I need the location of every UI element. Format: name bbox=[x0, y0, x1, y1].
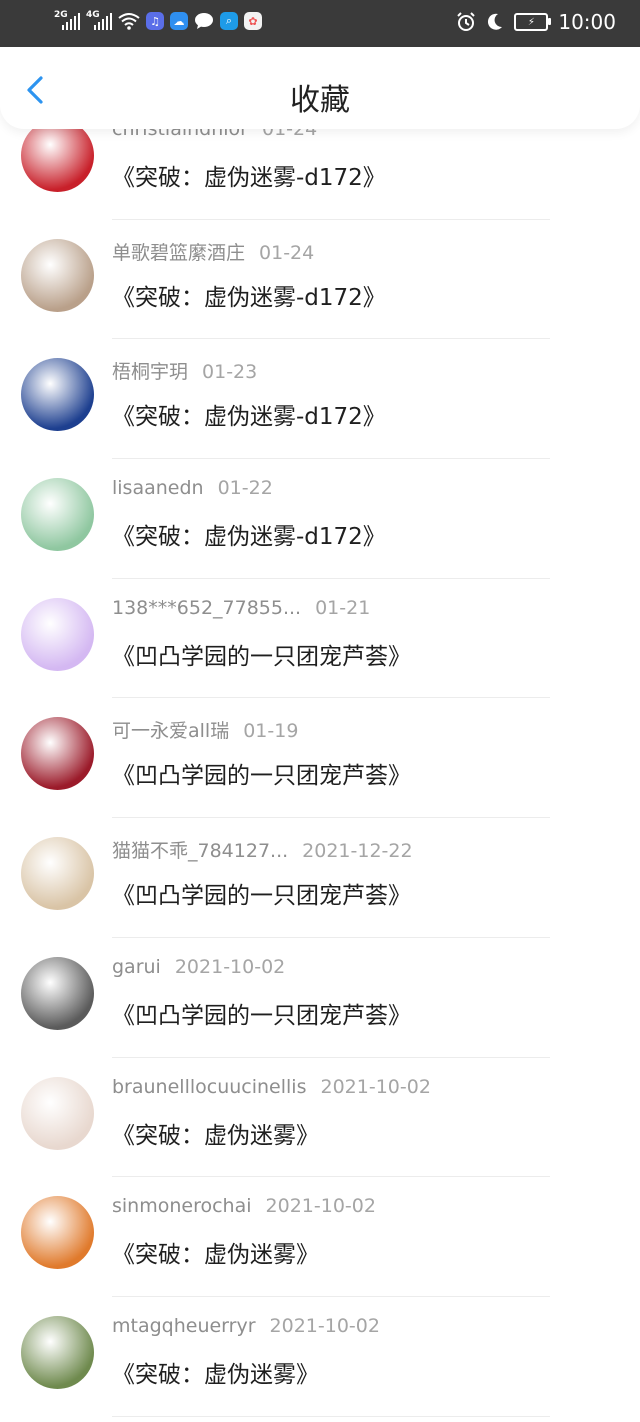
status-bar: 2G 4G ♫ ☁ ⌕ ✿ ⚡ 10:00 bbox=[0, 0, 640, 47]
network-type-label: 2G bbox=[54, 10, 68, 20]
item-date: 01-24 bbox=[259, 241, 315, 264]
music-app-icon: ♫ bbox=[146, 12, 164, 30]
avatar[interactable] bbox=[21, 1076, 94, 1150]
username[interactable]: 可一永爱all瑞 bbox=[112, 720, 229, 742]
list-item[interactable]: sinmonerochai 2021-10-02 《突破：虚伪迷雾》 bbox=[0, 1177, 640, 1297]
signal-icon: 2G bbox=[54, 10, 80, 30]
item-date: 2021-12-22 bbox=[302, 840, 413, 863]
work-title[interactable]: 《突破：虚伪迷雾-d172》 bbox=[112, 397, 386, 431]
username[interactable]: braunelllocuucinellis bbox=[112, 1076, 306, 1098]
message-icon bbox=[195, 13, 213, 29]
avatar[interactable] bbox=[21, 717, 94, 791]
clock-time: 10:00 bbox=[558, 10, 616, 34]
item-meta: 单歌碧篮縻酒庄 01-24 bbox=[112, 238, 314, 265]
username[interactable]: mtagqheuerryr bbox=[112, 1315, 256, 1337]
list-item[interactable]: garui 2021-10-02 《凹凸学园的一只团宠芦荟》 bbox=[0, 938, 640, 1058]
list-item[interactable]: 可一永爱all瑞 01-19 《凹凸学园的一只团宠芦荟》 bbox=[0, 698, 640, 819]
item-date: 01-21 bbox=[315, 596, 371, 619]
list-item[interactable]: 梧桐宇玥 01-23 《突破：虚伪迷雾-d172》 bbox=[0, 339, 640, 460]
username[interactable]: 梧桐宇玥 bbox=[112, 361, 188, 383]
item-date: 01-22 bbox=[217, 477, 273, 500]
item-meta: sinmonerochai 2021-10-02 bbox=[112, 1195, 376, 1217]
item-meta: lisaanedn 01-22 bbox=[112, 477, 273, 499]
top-nav-bar: 收藏 bbox=[0, 47, 640, 129]
alarm-icon bbox=[457, 12, 476, 31]
list-item[interactable]: braunelllocuucinellis 2021-10-02 《突破：虚伪迷雾》 bbox=[0, 1058, 640, 1178]
page-title: 收藏 bbox=[290, 83, 350, 118]
list-item[interactable]: 138***652_77855... 01-21 《凹凸学园的一只团宠芦荟》 bbox=[0, 579, 640, 699]
username[interactable]: 138***652_77855... bbox=[112, 597, 301, 619]
avatar[interactable] bbox=[21, 358, 94, 432]
network-type-label: 4G bbox=[86, 10, 100, 20]
item-meta: 梧桐宇玥 01-23 bbox=[112, 357, 257, 384]
signal-icon: 4G bbox=[86, 10, 112, 30]
avatar[interactable] bbox=[21, 837, 94, 911]
avatar[interactable] bbox=[21, 956, 94, 1030]
list-item[interactable]: 猫猫不乖_784127... 2021-12-22 《凹凸学园的一只团宠芦荟》 bbox=[0, 818, 640, 938]
work-title[interactable]: 《凹凸学园的一只团宠芦荟》 bbox=[112, 637, 411, 671]
item-date: 2021-10-02 bbox=[265, 1195, 376, 1218]
charging-indicator: ⚡ bbox=[527, 16, 535, 28]
work-title[interactable]: 《凹凸学园的一只团宠芦荟》 bbox=[112, 756, 411, 790]
item-meta: braunelllocuucinellis 2021-10-02 bbox=[112, 1076, 431, 1098]
username[interactable]: garui bbox=[112, 956, 161, 978]
avatar[interactable] bbox=[21, 119, 94, 192]
avatar[interactable] bbox=[21, 1315, 94, 1389]
work-title[interactable]: 《突破：虚伪迷雾-d172》 bbox=[112, 517, 386, 551]
list-item[interactable]: lisaanedn 01-22 《突破：虚伪迷雾-d172》 bbox=[0, 459, 640, 579]
search-app-icon: ⌕ bbox=[220, 12, 238, 30]
item-meta: garui 2021-10-02 bbox=[112, 956, 285, 978]
item-date: 01-19 bbox=[243, 720, 299, 743]
item-meta: 可一永爱all瑞 01-19 bbox=[112, 716, 298, 743]
work-title[interactable]: 《突破：虚伪迷雾-d172》 bbox=[112, 278, 386, 312]
username[interactable]: sinmonerochai bbox=[112, 1195, 252, 1217]
status-left: 2G 4G ♫ ☁ ⌕ ✿ bbox=[54, 10, 262, 30]
username[interactable]: 猫猫不乖_784127... bbox=[112, 840, 288, 862]
username[interactable]: 单歌碧篮縻酒庄 bbox=[112, 242, 245, 264]
work-title[interactable]: 《突破：虚伪迷雾-d172》 bbox=[112, 158, 386, 192]
work-title[interactable]: 《突破：虚伪迷雾》 bbox=[112, 1235, 319, 1269]
avatar[interactable] bbox=[21, 478, 94, 552]
work-title[interactable]: 《凹凸学园的一只团宠芦荟》 bbox=[112, 996, 411, 1030]
avatar[interactable] bbox=[21, 238, 94, 312]
cloud-app-icon: ☁ bbox=[170, 12, 188, 30]
work-title[interactable]: 《突破：虚伪迷雾》 bbox=[112, 1116, 319, 1150]
username[interactable]: lisaanedn bbox=[112, 477, 204, 499]
battery-icon: ⚡ bbox=[514, 13, 552, 31]
list-item[interactable]: mtagqheuerryr 2021-10-02 《突破：虚伪迷雾》 bbox=[0, 1297, 640, 1417]
item-meta: 猫猫不乖_784127... 2021-12-22 bbox=[112, 836, 413, 863]
item-date: 2021-10-02 bbox=[174, 955, 286, 978]
list-item[interactable]: 单歌碧篮縻酒庄 01-24 《突破：虚伪迷雾-d172》 bbox=[0, 220, 640, 340]
avatar[interactable] bbox=[21, 597, 94, 671]
item-date: 2021-10-02 bbox=[320, 1075, 431, 1098]
work-title[interactable]: 《凹凸学园的一只团宠芦荟》 bbox=[112, 876, 411, 910]
work-title[interactable]: 《突破：虚伪迷雾》 bbox=[112, 1355, 319, 1389]
item-meta: mtagqheuerryr 2021-10-02 bbox=[112, 1315, 380, 1337]
status-right: ⚡ 10:00 bbox=[456, 10, 616, 34]
avatar[interactable] bbox=[21, 1196, 94, 1270]
moon-icon bbox=[488, 13, 503, 30]
divider bbox=[112, 1415, 550, 1417]
item-date: 2021-10-02 bbox=[269, 1314, 380, 1337]
photo-app-icon: ✿ bbox=[244, 12, 262, 30]
item-meta: 138***652_77855... 01-21 bbox=[112, 597, 370, 619]
wifi-icon bbox=[118, 13, 140, 30]
favorites-list: christialndhior 01-24 《突破：虚伪迷雾-d172》 单歌碧篮縻酒… bbox=[0, 100, 640, 1417]
item-date: 01-23 bbox=[202, 361, 258, 384]
